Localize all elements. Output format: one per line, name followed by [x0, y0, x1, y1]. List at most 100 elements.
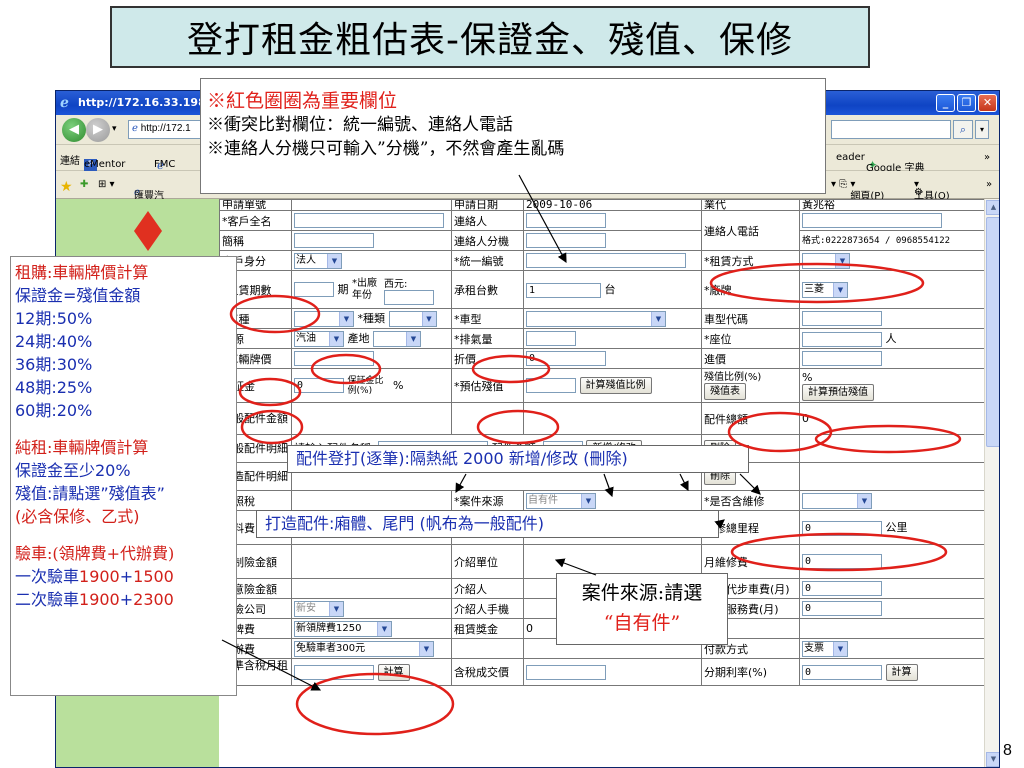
model-code-input[interactable]	[802, 311, 882, 326]
list-price-input[interactable]	[294, 351, 374, 366]
contact-ext-input[interactable]	[526, 233, 606, 248]
chevron-down-icon: ▼	[329, 601, 343, 616]
scroll-down-icon[interactable]: ▼	[986, 752, 999, 767]
chevron-down-icon: ▼	[651, 311, 665, 326]
sales-rep-value: 黃兆裕	[799, 199, 984, 211]
table-row: 申請單號 申請日期 2009-10-06 業代 黃兆裕	[219, 199, 984, 211]
maint-car-fee-input[interactable]: 0	[802, 581, 882, 596]
model-select[interactable]: ▼	[526, 310, 666, 327]
chevron-down-icon: ▼	[329, 332, 343, 346]
case-source-select[interactable]: 自有件 ▼	[526, 492, 596, 509]
inspect-once: 一次驗車1900+1500	[15, 567, 174, 586]
residual-est-input[interactable]	[526, 378, 576, 393]
tabs-grid-icon[interactable]: ⊞ ▾	[98, 179, 115, 190]
ie-page-icon: ℯ	[132, 123, 138, 134]
tax-price-input[interactable]	[526, 664, 606, 680]
search-icon[interactable]: ⌕	[953, 120, 973, 139]
forward-button[interactable]: ▶	[86, 118, 110, 142]
payment-select[interactable]: 支票 ▼	[802, 640, 848, 657]
monthly-maint-input[interactable]: 0	[802, 554, 882, 569]
case-source-label: *案件來源	[451, 490, 524, 511]
displacement-input[interactable]	[526, 331, 576, 346]
back-button[interactable]: ◀	[62, 118, 86, 142]
is-maintenance-label: *是否含維修	[701, 490, 800, 511]
percent-sign: %	[802, 370, 813, 384]
other-service-input[interactable]: 0	[802, 601, 882, 616]
links-more-icon[interactable]: »	[984, 152, 990, 163]
application-date-label: 申請日期	[451, 199, 524, 211]
table-row: *租賃期數 期 *出廠年份西元: 承租台數 1 台 *廠牌 三菱 ▼	[219, 270, 984, 309]
case-source-note-line2: “自有件”	[603, 612, 681, 634]
customer-type-select[interactable]: 法人 ▼	[294, 252, 342, 269]
seats-input[interactable]	[802, 331, 882, 347]
residual-est-label: *預估殘值	[451, 368, 524, 403]
tax-id-input[interactable]	[526, 253, 686, 268]
lease-method-select[interactable]: ▼	[802, 252, 850, 269]
agency-fee-select[interactable]: 免驗車者300元 ▼	[294, 640, 434, 657]
calc-residual-ratio-button[interactable]: 計算殘值比例	[579, 377, 652, 394]
scroll-up-icon[interactable]: ▲	[986, 200, 999, 215]
scroll-thumb[interactable]	[986, 217, 999, 447]
table-row: 能源 汽油▼ 產地 ▼ *排氣量 *座位 人	[219, 328, 984, 349]
search-input[interactable]	[831, 120, 951, 139]
case-source-note: 案件來源:請選 “自有件”	[556, 573, 728, 645]
is-maintenance-select[interactable]: ▼	[802, 492, 872, 509]
contact-phone-input[interactable]	[802, 213, 942, 228]
ins-company-select[interactable]: 新安 ▼	[294, 600, 344, 617]
contact-input[interactable]	[526, 213, 606, 228]
maximize-button[interactable]: ❐	[957, 94, 976, 112]
std-rent-input[interactable]	[294, 664, 374, 680]
search-options-icon[interactable]: ▾	[975, 120, 989, 139]
close-button[interactable]: ✕	[978, 94, 997, 112]
installment-rate-input[interactable]: 0	[802, 664, 882, 680]
type-kind-select[interactable]: ▼	[388, 311, 437, 327]
factory-year-label: *出廠年份	[352, 277, 377, 301]
calc-residual-button[interactable]: 計算預估殘值	[802, 383, 874, 401]
short-name-input[interactable]	[294, 233, 374, 248]
top-note-line3: ※連絡人分機只可輸入”分機”，不然會產生亂碼	[207, 139, 565, 159]
slide-number: 8	[1003, 742, 1012, 759]
page-menu[interactable]: ▾ ⎘ 網頁(P) ▾	[831, 179, 884, 202]
left-note: 租購:車輛牌價計算 保證金=殘值金額 12期:50% 24期:40% 36期:3…	[10, 256, 237, 696]
lease-bonus-label: 租賃獎金	[451, 618, 524, 639]
slide: 登打租金粗估表-保證金、殘值、保修 ℯ http://172.16.33.198…	[0, 0, 1024, 768]
brand-select[interactable]: 三菱 ▼	[802, 281, 848, 298]
history-dropdown-icon[interactable]: ▾	[112, 124, 117, 134]
lease-terms-input[interactable]	[294, 282, 334, 297]
discount-label: 折價	[451, 348, 524, 369]
toolbar-more-icon[interactable]: »	[986, 179, 992, 190]
vertical-scrollbar[interactable]: ▲ ▼	[984, 199, 999, 767]
add-favorite-icon[interactable]: ✚	[80, 179, 88, 190]
deposit-input[interactable]: 0	[294, 378, 344, 393]
minimize-button[interactable]: _	[936, 94, 955, 112]
maint-mileage-input[interactable]: 0	[802, 520, 882, 536]
chevron-down-icon: ▼	[419, 641, 433, 656]
vehicle-kind-select[interactable]: ▼	[294, 311, 354, 327]
model-code-label: 車型代碼	[701, 308, 800, 329]
plate-fee-select[interactable]: 新領牌費1250 ▼	[294, 620, 392, 637]
table-row: 簡稱 連絡人分機 格式:0222873654 / 0968554122	[219, 230, 984, 251]
origin-select[interactable]: ▼	[373, 331, 421, 347]
factory-year-input[interactable]	[384, 289, 434, 305]
case-source-note-line1: 案件來源:請選	[581, 582, 703, 604]
address-bar[interactable]: ℯ http://172.1	[128, 120, 203, 139]
contact-ext-label: 連絡人分機	[451, 230, 524, 251]
table-row: *車輛牌價 折價 0 進價	[219, 348, 984, 369]
acc-total-value: 0	[799, 402, 984, 435]
discount-input[interactable]: 0	[526, 351, 606, 366]
fuel-select[interactable]: 汽油 ▼	[294, 331, 344, 347]
lease-term-24: 24期:40%	[15, 332, 93, 351]
purchase-price-input[interactable]	[802, 351, 882, 366]
link-reader[interactable]: eader	[836, 152, 865, 163]
chevron-down-icon: ▼	[377, 621, 391, 636]
calc-rent-button[interactable]: 計算	[377, 663, 410, 681]
short-name-label: 簡稱	[219, 230, 292, 251]
tools-menu[interactable]: ⚙ 工具(O) ▾	[914, 179, 950, 202]
lease-method-label: *租賃方式	[701, 250, 800, 271]
customer-name-input[interactable]	[294, 213, 444, 228]
residual-table-button[interactable]: 殘值表	[704, 382, 746, 400]
agent-unit-label: 介紹單位	[451, 544, 524, 579]
calc-rate-button[interactable]: 計算	[885, 663, 918, 681]
favorites-star-icon[interactable]: ★	[60, 179, 73, 195]
units-input[interactable]: 1	[526, 282, 601, 298]
